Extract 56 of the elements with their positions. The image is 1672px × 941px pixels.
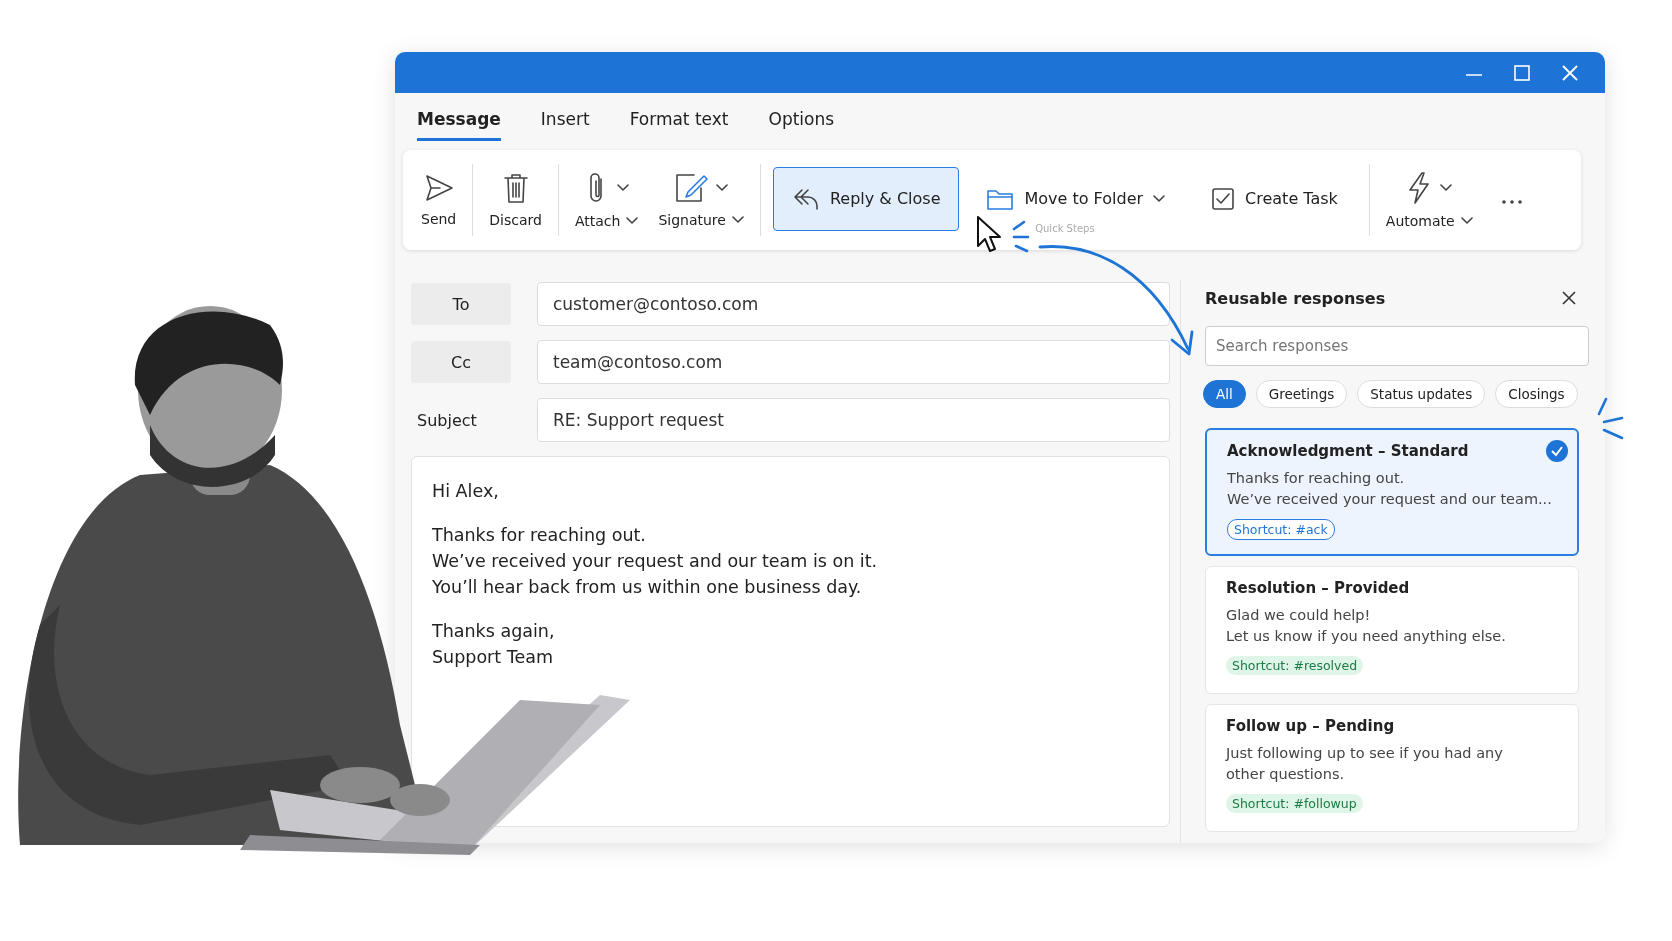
toolbar-button[interactable]: Create Task bbox=[1192, 166, 1357, 231]
check-icon bbox=[1545, 439, 1569, 463]
response-title: Follow up – Pending bbox=[1226, 717, 1396, 735]
toolbar-button[interactable]: Signature bbox=[648, 166, 754, 234]
response-card[interactable]: Acknowledgment – Standard Thanks for reaching out. We’ve received your request and our team... Shortcut: #ack bbox=[1205, 428, 1579, 556]
body-text: Hi Alex, bbox=[432, 481, 500, 501]
send-icon bbox=[423, 173, 454, 203]
caret-icon bbox=[616, 184, 629, 192]
response-text: Thanks for reaching out. bbox=[1227, 469, 1406, 488]
response-card[interactable]: Follow up – Pending Just following up to see if you had any other questions. Shortcut: #followup bbox=[1205, 704, 1579, 832]
group-label: Quick Steps bbox=[1035, 222, 1095, 234]
body-text: Support Team bbox=[432, 647, 554, 667]
tab[interactable]: Format text bbox=[629, 97, 729, 141]
close-icon[interactable] bbox=[1561, 290, 1577, 306]
pen-paper-icon bbox=[674, 172, 709, 204]
panel-title: Reusable responses bbox=[1205, 288, 1386, 308]
filter-chip[interactable]: All bbox=[1203, 380, 1246, 408]
filter-chip[interactable]: Closings bbox=[1495, 380, 1578, 408]
response-text: We’ve received your request and our team... bbox=[1227, 490, 1553, 509]
field-label-button[interactable]: Cc bbox=[411, 341, 511, 383]
body-text: Thanks for reaching out. bbox=[432, 525, 647, 545]
tab[interactable]: Options bbox=[768, 97, 835, 141]
checkbox-icon bbox=[1211, 186, 1236, 211]
toolbar-button[interactable]: Automate bbox=[1375, 165, 1483, 235]
response-card[interactable]: Resolution – Provided Glad we could help! Let us know if you need anything else. Shortcut: #resolved bbox=[1205, 566, 1579, 694]
response-title: Resolution – Provided bbox=[1226, 579, 1411, 597]
caret-icon bbox=[716, 184, 729, 192]
response-title: Acknowledgment – Standard bbox=[1227, 442, 1470, 460]
response-text: Let us know if you need anything else. bbox=[1226, 627, 1507, 646]
more-icon[interactable] bbox=[1500, 198, 1523, 205]
response-text: Just following up to see if you had any bbox=[1226, 744, 1504, 763]
input-field[interactable]: RE: Support request bbox=[537, 398, 1170, 442]
body-text: Thanks again, bbox=[432, 621, 556, 641]
toolbar-button[interactable]: Discard bbox=[479, 166, 552, 234]
caret-icon bbox=[1440, 184, 1453, 192]
response-text: other questions. bbox=[1226, 765, 1346, 784]
search-field[interactable]: Search responses bbox=[1205, 326, 1589, 366]
filter-chip[interactable]: Status updates bbox=[1357, 380, 1486, 408]
reply-icon bbox=[791, 186, 820, 211]
shortcut-tag: Shortcut: #resolved bbox=[1226, 656, 1364, 675]
toolbar-button[interactable]: Send bbox=[411, 167, 467, 233]
field-label-button[interactable]: To bbox=[411, 283, 511, 325]
body-text: We’ve received your request and our team is on it. bbox=[432, 551, 879, 571]
sparkle-icon bbox=[1010, 218, 1032, 254]
tab[interactable]: Insert bbox=[540, 97, 590, 141]
filter-chip[interactable]: Greetings bbox=[1255, 380, 1348, 408]
toolbar-button[interactable]: Attach bbox=[564, 165, 649, 235]
tab[interactable]: Message bbox=[417, 97, 501, 141]
input-field[interactable]: customer@contoso.com bbox=[537, 282, 1170, 326]
body-text: You’ll hear back from us within one business day. bbox=[432, 577, 863, 597]
response-text: Glad we could help! bbox=[1226, 606, 1372, 625]
toolbar-button[interactable]: Reply & Close bbox=[772, 166, 960, 231]
field-label-button[interactable]: Subject bbox=[411, 399, 511, 441]
shortcut-tag: Shortcut: #followup bbox=[1226, 794, 1363, 813]
shortcut-tag: Shortcut: #ack bbox=[1227, 519, 1335, 540]
input-field[interactable]: team@contoso.com bbox=[537, 340, 1170, 384]
